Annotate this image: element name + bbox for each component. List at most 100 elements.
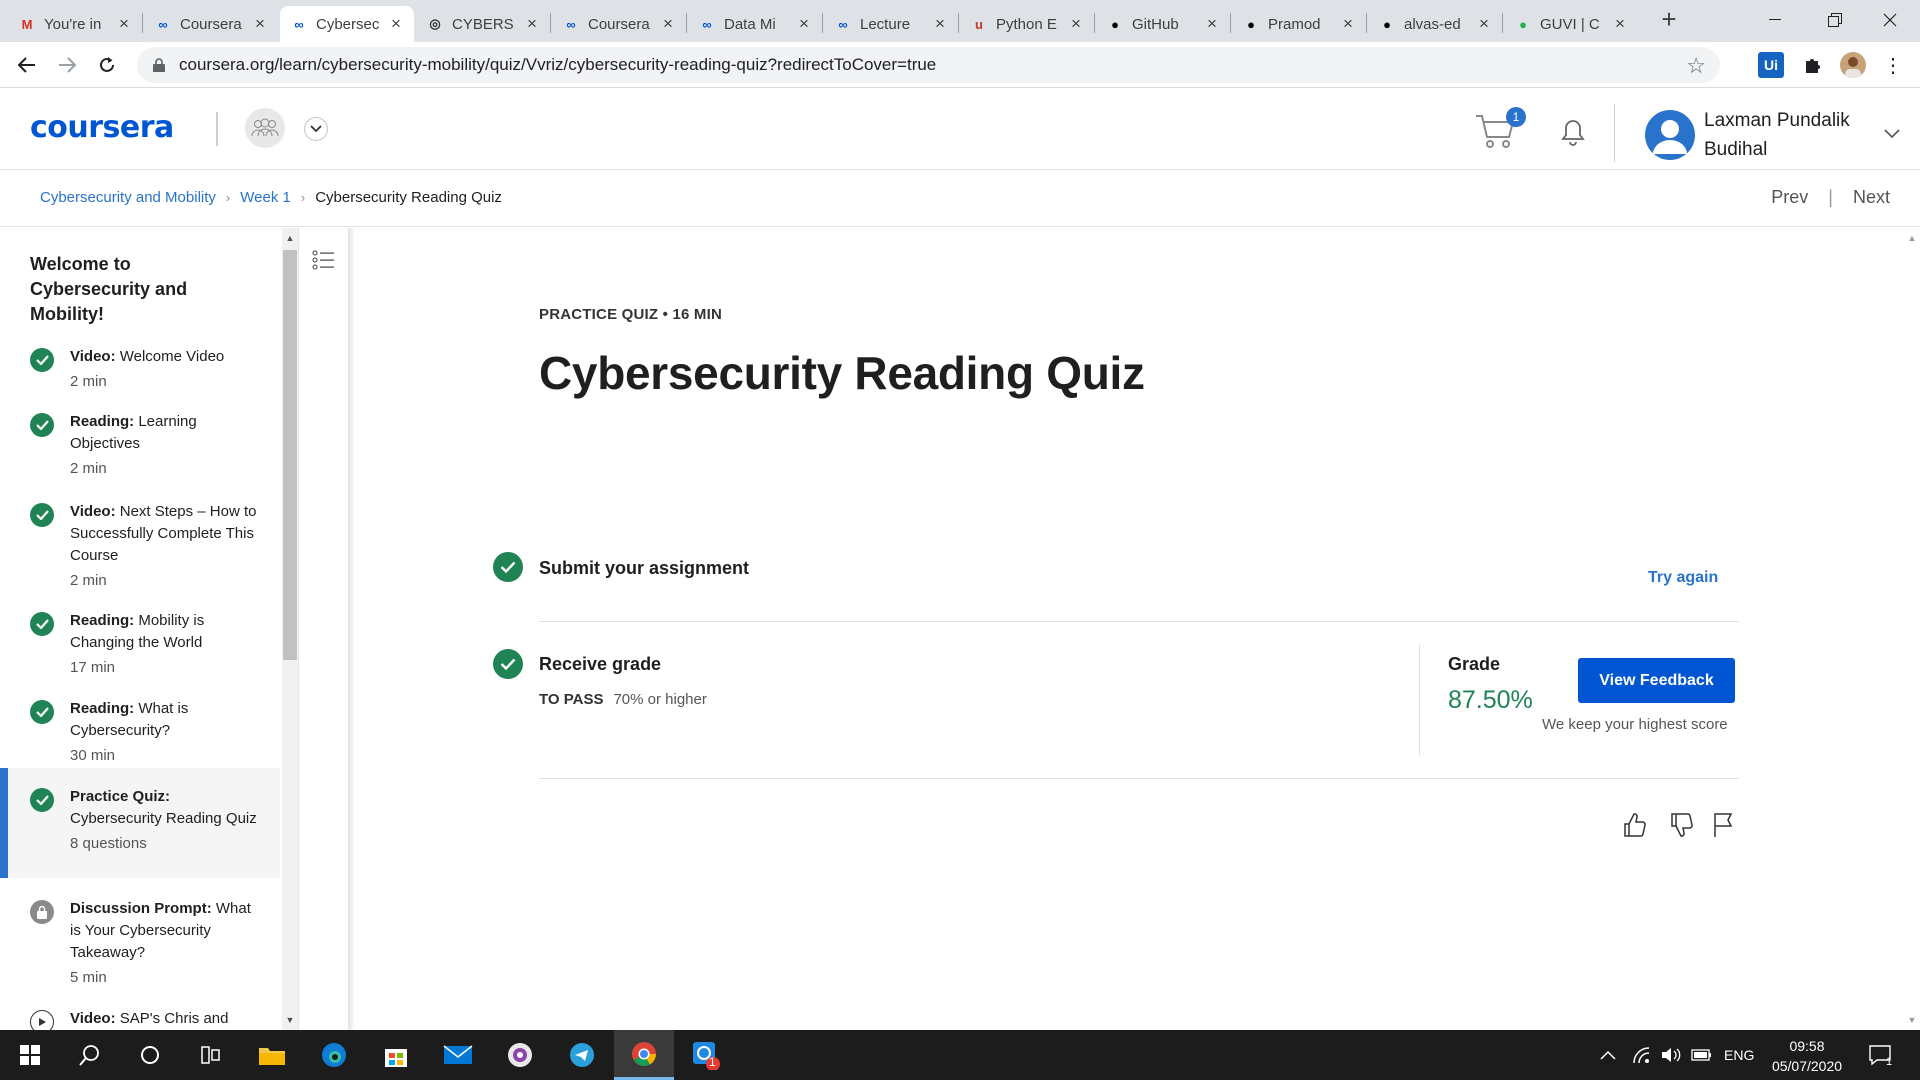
uipath-extension-icon[interactable]: Ui [1758,52,1784,78]
tab-close-icon[interactable]: × [932,14,948,34]
tab-separator [1230,13,1231,33]
sidebar-item-text: Reading: Mobility is Changing the World [70,610,264,654]
chevron-down-icon[interactable] [304,117,328,141]
cyber-icon: ◎ [429,16,441,31]
bookmark-star-icon[interactable]: ☆ [1686,53,1706,79]
sidebar-item-duration: 5 min [70,969,107,986]
browser-tab[interactable]: ∞ Coursera × [144,6,278,42]
breadcrumb-week-link[interactable]: Week 1 [240,189,291,206]
thumbs-down-icon[interactable] [1667,811,1695,839]
sidebar-item[interactable]: Video: Next Steps – How to Successfully … [0,501,280,592]
sidebar-item-duration: 8 questions [70,835,147,852]
volume-icon[interactable] [1660,1030,1682,1080]
reload-button[interactable] [92,50,122,80]
user-name[interactable]: Laxman Pundalik Budihal [1704,106,1884,164]
tab-separator [958,13,959,33]
sidebar-item[interactable]: Reading: Mobility is Changing the World 1… [0,610,280,679]
sidebar-item[interactable]: Video: SAP's Chris and [0,1008,280,1030]
coursera-icon: ∞ [566,16,576,32]
sidebar-item-title: SAP's Chris and [119,1010,229,1027]
restore-button[interactable] [1805,0,1865,40]
sidebar-item[interactable]: Video: Welcome Video 2 min [0,346,280,393]
browser-menu-icon[interactable]: ⋮ [1880,52,1906,78]
cortana-icon[interactable] [120,1030,180,1080]
user-avatar[interactable] [1645,110,1695,160]
tab-close-icon[interactable]: × [1340,14,1356,34]
back-button[interactable] [12,50,42,80]
tab-close-icon[interactable]: × [252,14,268,34]
tab-close-icon[interactable]: × [116,14,132,34]
browser-tab[interactable]: M You're in × [8,6,142,42]
page-scroll-down-icon[interactable]: ▼ [1904,1012,1920,1028]
show-hidden-icons-icon[interactable] [1600,1030,1616,1080]
new-tab-button[interactable]: + [1655,6,1683,34]
clock-date: 05/07/2020 [1771,1058,1843,1074]
windows-start-icon[interactable] [0,1030,60,1080]
close-window-button[interactable] [1860,0,1920,40]
coursera-logo[interactable]: coursera [30,110,174,145]
scroll-up-arrow-icon[interactable]: ▲ [282,230,298,246]
try-again-link[interactable]: Try again [1648,569,1718,587]
tab-close-icon[interactable]: × [1476,14,1492,34]
browser-tab[interactable]: ∞ Cybersec × [280,6,414,42]
breadcrumb-course-link[interactable]: Cybersecurity and Mobility [40,189,216,206]
tab-close-icon[interactable]: × [1068,14,1084,34]
language-indicator[interactable]: ENG [1724,1030,1754,1080]
media-player-icon[interactable] [490,1030,550,1080]
user-menu-chevron-icon[interactable] [1884,126,1900,144]
tab-close-icon[interactable]: × [660,14,676,34]
thumbs-up-icon[interactable] [1620,811,1648,839]
tab-close-icon[interactable]: × [1612,14,1628,34]
task-view-icon[interactable] [180,1030,240,1080]
next-link[interactable]: Next [1853,187,1890,208]
forward-button[interactable] [52,50,82,80]
update-app-icon[interactable]: 1 [676,1030,736,1080]
sidebar-item-type: Video: [70,503,116,520]
browser-tab[interactable]: ● alvas-ed × [1368,6,1502,42]
extensions-puzzle-icon[interactable] [1799,52,1825,78]
tab-close-icon[interactable]: × [796,14,812,34]
telegram-icon[interactable] [552,1030,612,1080]
sidebar-item[interactable]: Reading: What is Cybersecurity? 30 min [0,698,280,767]
scroll-down-arrow-icon[interactable]: ▼ [282,1012,298,1028]
header-divider [216,112,218,146]
minimize-button[interactable] [1745,0,1805,40]
tab-close-icon[interactable]: × [388,14,404,34]
tab-title: Data Mi [724,15,776,33]
browser-tab[interactable]: ∞ Coursera × [552,6,686,42]
browser-tab[interactable]: ∞ Data Mi × [688,6,822,42]
browser-tab[interactable]: ∞ Lecture × [824,6,958,42]
browser-tab[interactable]: ● GUVI | C × [1504,6,1638,42]
page-scroll-up-icon[interactable]: ▲ [1904,230,1920,246]
search-icon[interactable] [60,1030,120,1080]
learner-group-icon[interactable] [245,108,285,148]
sidebar-item[interactable]: Practice Quiz: Cybersecurity Reading Qui… [0,768,280,878]
notifications-bell-icon[interactable] [1557,114,1589,148]
clock[interactable]: 09:58 05/07/2020 [1762,1036,1852,1076]
mail-icon[interactable] [428,1030,488,1080]
address-bar[interactable]: coursera.org/learn/cybersecurity-mobilit… [137,47,1720,83]
network-icon[interactable] [1632,1030,1652,1080]
sidebar-scroll-thumb[interactable] [283,250,297,660]
tab-close-icon[interactable]: × [1204,14,1220,34]
battery-icon[interactable] [1691,1030,1713,1080]
view-feedback-button[interactable]: View Feedback [1578,658,1735,703]
tab-close-icon[interactable]: × [524,14,540,34]
browser-tab[interactable]: ● GitHub × [1096,6,1230,42]
store-icon[interactable] [366,1030,426,1080]
profile-avatar-icon[interactable] [1840,52,1866,78]
edge-icon[interactable] [304,1030,364,1080]
list-toggle-icon[interactable] [312,248,336,272]
browser-tab[interactable]: ◎ CYBERS × [416,6,550,42]
sidebar-item[interactable]: Reading: Learning Objectives 2 min [0,411,280,480]
browser-tab[interactable]: u Python E × [960,6,1094,42]
prev-link[interactable]: Prev [1771,187,1808,208]
guvi-icon: ● [1519,16,1527,32]
flag-icon[interactable] [1710,811,1738,839]
browser-tab[interactable]: ● Pramod × [1232,6,1366,42]
sidebar-item[interactable]: Discussion Prompt: What is Your Cybersec… [0,898,280,989]
file-explorer-icon[interactable] [242,1030,302,1080]
chrome-icon[interactable] [614,1030,674,1080]
sidebar-item-type: Reading: [70,700,135,717]
action-center-icon[interactable]: 1 [1868,1030,1894,1080]
